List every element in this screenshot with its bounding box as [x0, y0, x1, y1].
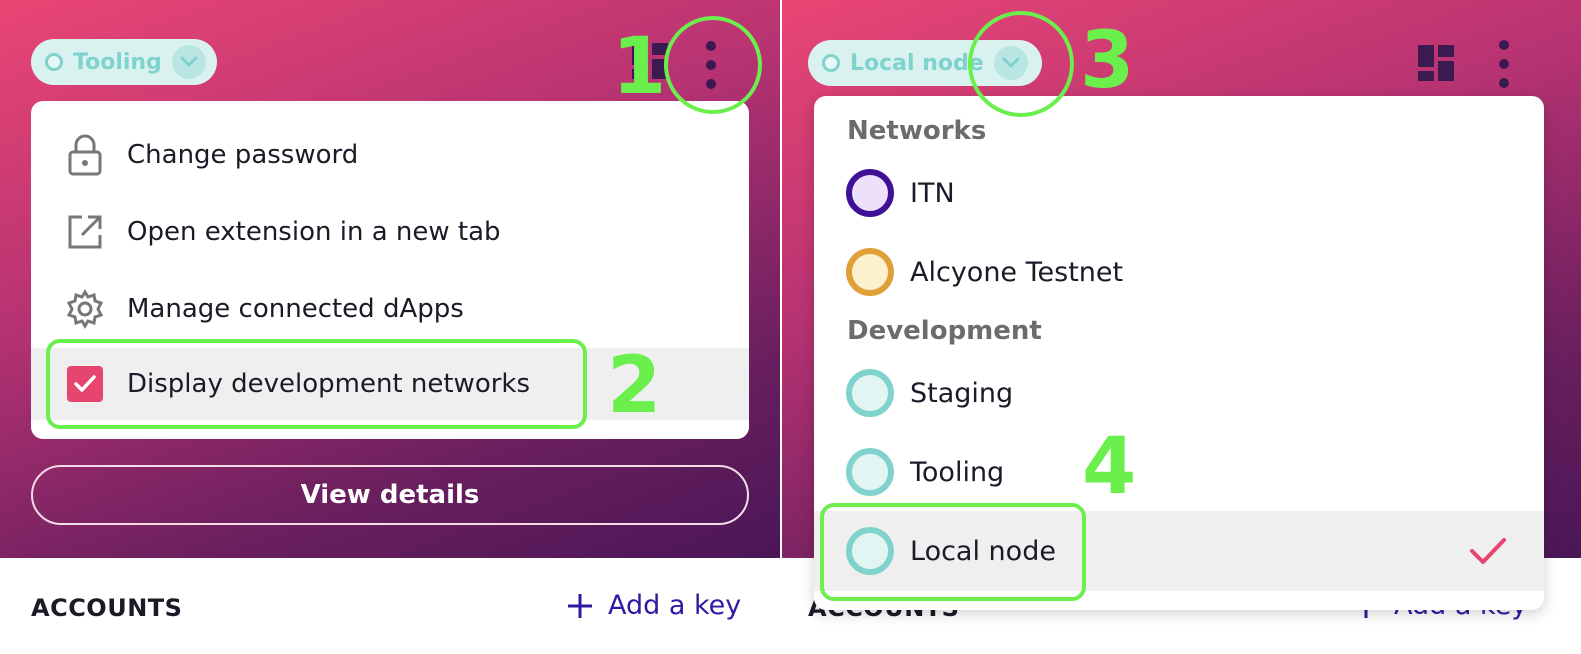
network-option-tooling[interactable]: Tooling — [814, 432, 1544, 512]
add-key-button[interactable]: Add a key — [566, 590, 741, 621]
left-panel: Tooling Change password Open extension i… — [0, 0, 780, 654]
menu-item-label: Manage connected dApps — [127, 294, 464, 324]
plus-icon — [568, 593, 592, 618]
network-option-staging[interactable]: Staging — [814, 353, 1544, 433]
menu-item-label: Open extension in a new tab — [127, 217, 501, 247]
network-selector-label: Tooling — [73, 49, 162, 75]
network-dot-icon — [846, 169, 894, 217]
annotation-step-2: 2 — [607, 341, 662, 431]
gear-icon — [65, 289, 105, 329]
menu-item-manage-dapps[interactable]: Manage connected dApps — [31, 273, 749, 345]
view-details-button[interactable]: View details — [31, 465, 749, 525]
external-link-icon — [65, 212, 105, 252]
network-option-label: ITN — [910, 177, 955, 209]
lock-icon — [65, 134, 105, 176]
chevron-down-icon — [171, 45, 206, 79]
more-options-icon[interactable] — [1497, 40, 1511, 88]
section-title-development: Development — [847, 316, 1042, 346]
section-title-networks: Networks — [847, 116, 987, 146]
network-status-dot — [45, 53, 63, 71]
annotation-rectangle — [46, 339, 587, 429]
annotation-step-3: 3 — [1080, 16, 1135, 106]
right-panel: ACCOUNTS Add a key Local node Networks I… — [782, 0, 1581, 654]
network-option-label: Tooling — [910, 456, 1005, 488]
menu-item-label: Change password — [127, 140, 359, 170]
checkmark-icon — [1470, 538, 1506, 564]
network-option-label: Alcyone Testnet — [910, 256, 1124, 288]
network-dot-icon — [846, 369, 894, 417]
annotation-circle — [968, 11, 1074, 117]
dashboard-grid-icon[interactable] — [1418, 45, 1454, 81]
menu-item-open-in-tab[interactable]: Open extension in a new tab — [31, 196, 749, 268]
network-selector-label: Local node — [850, 50, 984, 76]
network-option-alcyone[interactable]: Alcyone Testnet — [814, 232, 1544, 312]
network-selector[interactable]: Tooling — [31, 39, 217, 85]
network-status-dot — [822, 54, 840, 72]
add-key-label: Add a key — [608, 590, 742, 621]
network-dot-icon — [846, 448, 894, 496]
annotation-circle — [664, 16, 762, 114]
menu-item-change-password[interactable]: Change password — [31, 119, 749, 191]
network-option-itn[interactable]: ITN — [814, 153, 1544, 233]
network-dot-icon — [846, 248, 894, 296]
annotation-rectangle — [820, 503, 1086, 601]
annotation-step-4: 4 — [1082, 422, 1137, 512]
accounts-heading: ACCOUNTS — [31, 594, 183, 622]
network-option-label: Staging — [910, 377, 1014, 409]
annotation-step-1: 1 — [612, 22, 667, 112]
